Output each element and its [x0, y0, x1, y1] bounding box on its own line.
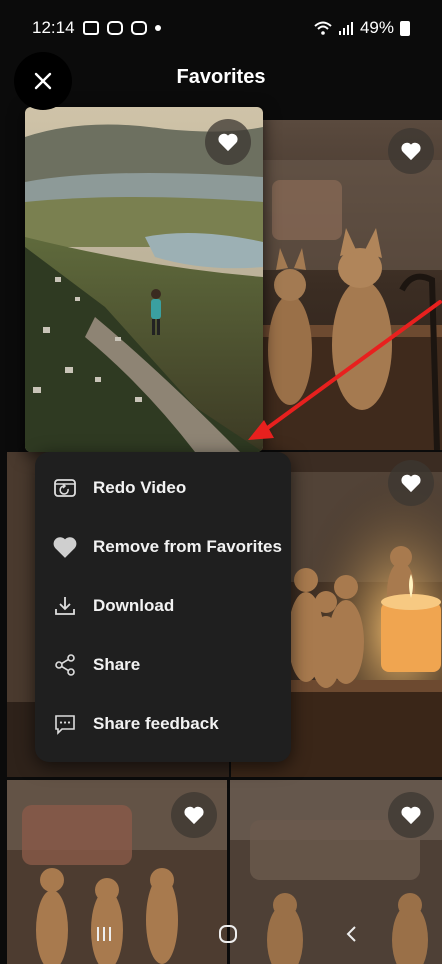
- feedback-icon: [51, 710, 79, 738]
- share-icon: [51, 651, 79, 679]
- system-nav-bar: [0, 906, 442, 964]
- status-time: 12:14: [32, 18, 75, 37]
- favorite-toggle-button[interactable]: [205, 119, 251, 165]
- menu-item-redo-video[interactable]: Redo Video: [35, 460, 291, 516]
- menu-item-label: Remove from Favorites: [93, 537, 282, 556]
- favorite-toggle-button[interactable]: [388, 460, 434, 506]
- heart-icon: [51, 533, 79, 561]
- menu-item-download[interactable]: Download: [35, 578, 291, 634]
- favorite-toggle-button[interactable]: [388, 792, 434, 838]
- home-button[interactable]: [198, 914, 258, 954]
- heart-icon: [401, 474, 421, 493]
- menu-item-label: Redo Video: [93, 478, 187, 497]
- back-button[interactable]: [322, 914, 382, 954]
- grid-tile-cats-table[interactable]: [262, 120, 442, 450]
- recent-apps-button[interactable]: [74, 914, 134, 954]
- signal-icon: [338, 22, 353, 35]
- battery-icon: [400, 20, 410, 36]
- battery-percent: 49%: [359, 18, 394, 37]
- menu-item-share-feedback[interactable]: Share feedback: [35, 696, 291, 752]
- status-right: 49%: [314, 18, 410, 38]
- menu-item-label: Share: [93, 655, 141, 674]
- instagram-icon: [130, 21, 147, 35]
- gallery-notification-icon: [82, 21, 99, 35]
- back-icon: [346, 926, 356, 942]
- redo-video-icon: [51, 474, 79, 502]
- recent-apps-icon: [97, 927, 111, 941]
- heart-icon: [401, 806, 421, 825]
- instagram-icon: [106, 21, 123, 35]
- menu-item-remove-favorites[interactable]: Remove from Favorites: [35, 519, 291, 575]
- more-notifications-icon: [154, 25, 161, 31]
- menu-item-label: Download: [93, 596, 175, 615]
- favorite-toggle-button[interactable]: [388, 128, 434, 174]
- status-bar: 12:14 49%: [0, 0, 442, 56]
- heart-icon: [218, 133, 238, 152]
- favorite-toggle-button[interactable]: [171, 792, 217, 838]
- home-icon: [219, 925, 237, 943]
- heart-icon: [401, 142, 421, 161]
- page-title: Favorites: [176, 66, 266, 88]
- wifi-icon: [314, 21, 332, 35]
- grid-tile-hiker[interactable]: [25, 107, 263, 452]
- top-bar: Favorites: [0, 50, 442, 110]
- download-icon: [51, 592, 79, 620]
- heart-icon: [184, 806, 204, 825]
- menu-item-label: Share feedback: [93, 714, 219, 733]
- context-menu: Redo Video Remove from Favorites Downloa…: [35, 452, 291, 762]
- status-left: 12:14: [32, 18, 161, 38]
- menu-item-share[interactable]: Share: [35, 637, 291, 693]
